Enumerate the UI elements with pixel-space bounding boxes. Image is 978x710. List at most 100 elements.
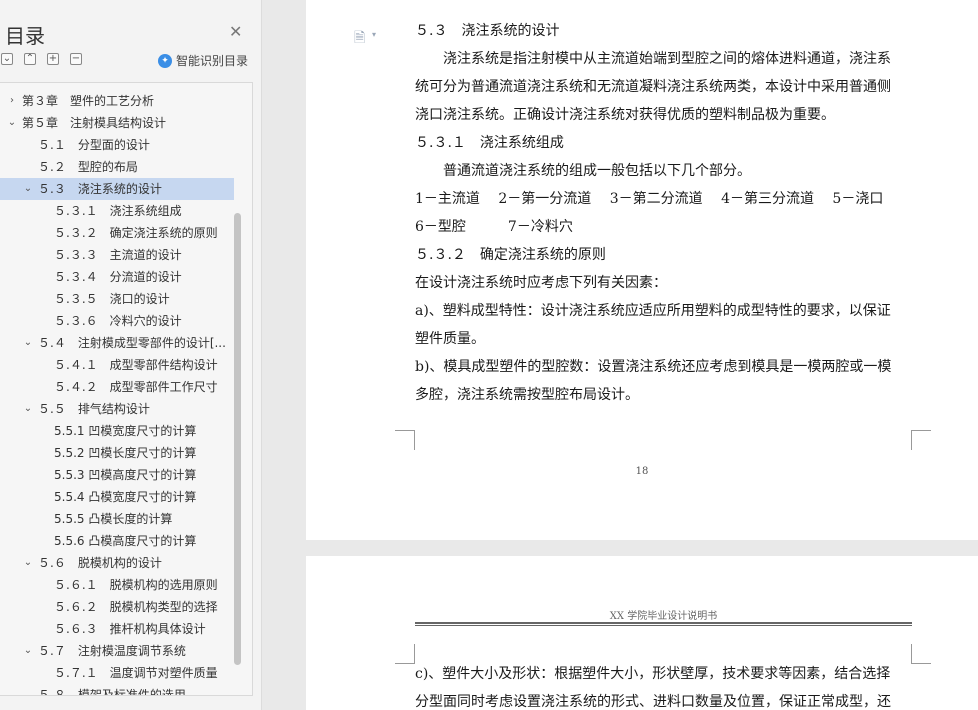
- expand-up-icon[interactable]: ⌃: [24, 53, 36, 65]
- paragraph-line: 分型面同时考虑设置浇注系统的形式、进料口数量及位置，保证正常成型，还: [415, 694, 891, 710]
- toc-item[interactable]: ⌄ 第５章 注射模具结构设计: [0, 112, 234, 134]
- paragraph-line: 1－主流道 2－第一分流道 3－第二分流道 4－第三分流道 5－浇口: [415, 191, 884, 207]
- toc-item[interactable]: 5.5.1 凹模宽度尺寸的计算: [0, 420, 234, 442]
- document-icon[interactable]: 🗎: [354, 27, 365, 51]
- document-page: 🗎 ▾ ５.３ 浇注系统的设计 浇注系统是指注射模中从主流道始端到型腔之间的熔体…: [306, 0, 978, 540]
- paragraph-line: ５.３.２ 确定浇注系统的原则: [415, 247, 606, 263]
- toc-item-label: ５.２ 型腔的布局: [38, 160, 138, 174]
- toc-item-label: ５.３ 浇注系统的设计: [38, 182, 162, 196]
- chevron-down-icon[interactable]: ⌄: [22, 640, 34, 662]
- toc-list-container: › 第３章 塑件的工艺分析 ⌄ 第５章 注射模具结构设计 ５.１ 分型面的设计 ５.２ 型…: [0, 82, 253, 696]
- toc-item[interactable]: 5.5.4 凸模宽度尺寸的计算: [0, 486, 234, 508]
- toc-item[interactable]: ５.２ 型腔的布局: [0, 156, 234, 178]
- toc-item[interactable]: ⌄ ５.６ 脱模机构的设计: [0, 552, 234, 574]
- toc-item-label: 5.5.3 凹模高度尺寸的计算: [54, 468, 197, 482]
- toc-item-label: ５.３.５ 浇口的设计: [54, 292, 170, 306]
- toc-item-label: 5.5.1 凹模宽度尺寸的计算: [54, 424, 197, 438]
- toc-item[interactable]: ５.６.２ 脱模机构类型的选择: [0, 596, 234, 618]
- toc-item-label: ５.４ 注射模成型零部件的设计[...: [38, 336, 226, 350]
- header-rule: [415, 622, 912, 626]
- paragraph-line: 浇注系统是指注射模中从主流道始端到型腔之间的熔体进料通道，浇注系: [415, 51, 891, 67]
- toc-item[interactable]: › 第３章 塑件的工艺分析: [0, 90, 234, 112]
- toc-item-label: ５.３.４ 分流道的设计: [54, 270, 182, 284]
- toc-item-label: ５.８ 模架及标准件的选用: [38, 688, 186, 696]
- add-heading-icon[interactable]: +: [47, 53, 59, 65]
- toc-item-label: ５.６.２ 脱模机构类型的选择: [54, 600, 218, 614]
- chevron-down-icon[interactable]: ▾: [372, 30, 376, 39]
- paragraph-line: ５.３ 浇注系统的设计: [415, 23, 560, 39]
- paragraph-line: 6－型腔 7－冷料穴: [415, 219, 573, 235]
- toc-item[interactable]: ５.３.１ 浇注系统组成: [0, 200, 234, 222]
- toc-item-label: 5.5.5 凸模长度的计算: [54, 512, 173, 526]
- toc-item-label: 5.5.4 凸模宽度尺寸的计算: [54, 490, 197, 504]
- toc-title: 目录: [5, 24, 45, 48]
- toc-item[interactable]: ⌄ ５.３ 浇注系统的设计: [0, 178, 234, 200]
- document-area: 🗎 ▾ ５.３ 浇注系统的设计 浇注系统是指注射模中从主流道始端到型腔之间的熔体…: [262, 0, 978, 710]
- toc-item-label: ５.１ 分型面的设计: [38, 138, 150, 152]
- toc-item[interactable]: ５.４.２ 成型零部件工作尺寸: [0, 376, 234, 398]
- remove-heading-icon[interactable]: −: [70, 53, 82, 65]
- margin-mark: [395, 430, 415, 450]
- toc-list: › 第３章 塑件的工艺分析 ⌄ 第５章 注射模具结构设计 ５.１ 分型面的设计 ５.２ 型…: [0, 90, 234, 696]
- toc-item[interactable]: 5.5.3 凹模高度尺寸的计算: [0, 464, 234, 486]
- chevron-down-icon[interactable]: ⌄: [22, 178, 34, 200]
- paragraph-line: 统可分为普通流道浇注系统和无流道凝料浇注系统两类，本设计中采用普通侧: [415, 79, 891, 95]
- toc-panel: 目录 ✕ ⌄ ⌃ + − ✦ 智能识别目录 › 第３章 塑件的工艺分析 ⌄ 第５章 注…: [0, 0, 262, 710]
- chevron-down-icon[interactable]: ⌄: [22, 332, 34, 354]
- paragraph-line: b)、模具成型塑件的型腔数：设置浇注系统还应考虑到模具是一模两腔或一模: [415, 359, 892, 375]
- toc-item[interactable]: ５.１ 分型面的设计: [0, 134, 234, 156]
- toc-item-label: ５.４.２ 成型零部件工作尺寸: [54, 380, 218, 394]
- toc-item[interactable]: ５.３.３ 主流道的设计: [0, 244, 234, 266]
- toc-item[interactable]: ５.６.３ 推杆机构具体设计: [0, 618, 234, 640]
- toc-item[interactable]: ５.８ 模架及标准件的选用: [0, 684, 234, 696]
- toc-item[interactable]: ⌄ ５.４ 注射模成型零部件的设计[...: [0, 332, 234, 354]
- toc-item[interactable]: ⌄ ５.７ 注射模温度调节系统: [0, 640, 234, 662]
- smart-toc-label: 智能识别目录: [176, 54, 249, 68]
- paragraph-line: ５.３.１ 浇注系统组成: [415, 135, 564, 151]
- paragraph-line: 多腔，浇注系统需按型腔布局设计。: [415, 387, 639, 403]
- margin-mark: [911, 430, 931, 450]
- toc-item-label: ５.６.３ 推杆机构具体设计: [54, 622, 206, 636]
- toc-item[interactable]: ５.６.１ 脱模机构的选用原则: [0, 574, 234, 596]
- smart-toc-button[interactable]: ✦ 智能识别目录: [158, 52, 248, 69]
- toc-item-label: ５.３.６ 冷料穴的设计: [54, 314, 182, 328]
- toc-item-label: 5.5.6 凸模高度尺寸的计算: [54, 534, 197, 548]
- margin-mark: [911, 644, 931, 664]
- toc-item[interactable]: ５.３.２ 确定浇注系统的原则: [0, 222, 234, 244]
- toc-item-label: ５.６ 脱模机构的设计: [38, 556, 162, 570]
- toc-item[interactable]: ５.３.６ 冷料穴的设计: [0, 310, 234, 332]
- toc-item-label: ５.４.１ 成型零部件结构设计: [54, 358, 218, 372]
- toc-item-label: ５.６.１ 脱模机构的选用原则: [54, 578, 218, 592]
- paragraph-line: a)、塑料成型特性：设计浇注系统应适应所用塑料的成型特性的要求，以保证: [415, 303, 891, 319]
- toc-item[interactable]: 5.5.2 凹模长度尺寸的计算: [0, 442, 234, 464]
- toc-item[interactable]: 5.5.5 凸模长度的计算: [0, 508, 234, 530]
- chevron-down-icon[interactable]: ⌄: [22, 552, 34, 574]
- toc-item-label: ５.３.１ 浇注系统组成: [54, 204, 182, 218]
- toc-item-label: 第３章 塑件的工艺分析: [22, 94, 155, 108]
- chevron-down-icon[interactable]: ⌄: [22, 398, 34, 420]
- ai-icon: ✦: [158, 53, 172, 68]
- toc-item[interactable]: ５.３.５ 浇口的设计: [0, 288, 234, 310]
- toc-item-label: ５.７.１ 温度调节对塑件质量: [54, 666, 218, 680]
- toc-item[interactable]: 5.5.6 凸模高度尺寸的计算: [0, 530, 234, 552]
- toc-scrollbar[interactable]: [234, 213, 241, 665]
- close-icon[interactable]: ✕: [229, 22, 242, 41]
- collapse-all-icon[interactable]: ⌄: [1, 53, 13, 65]
- toc-item-label: ５.３.２ 确定浇注系统的原则: [54, 226, 218, 240]
- toc-item[interactable]: ５.７.１ 温度调节对塑件质量: [0, 662, 234, 684]
- chevron-down-icon[interactable]: ⌄: [6, 112, 18, 134]
- toc-item[interactable]: ⌄ ５.５ 排气结构设计: [0, 398, 234, 420]
- paragraph-line: c)、塑件大小及形状：根据塑件大小，形状壁厚，技术要求等因素，结合选择: [415, 666, 891, 682]
- toc-item-label: ５.５ 排气结构设计: [38, 402, 150, 416]
- toc-item[interactable]: ５.４.１ 成型零部件结构设计: [0, 354, 234, 376]
- toc-item[interactable]: ５.３.４ 分流道的设计: [0, 266, 234, 288]
- paragraph-line: 浇口浇注系统。正确设计浇注系统对获得优质的塑料制品极为重要。: [415, 107, 835, 123]
- document-page: XX 学院毕业设计说明书 c)、塑件大小及形状：根据塑件大小，形状壁厚，技术要求…: [306, 556, 978, 710]
- toc-item-label: ５.７ 注射模温度调节系统: [38, 644, 186, 658]
- toc-item-label: 第５章 注射模具结构设计: [22, 116, 167, 130]
- chevron-right-icon[interactable]: ›: [6, 90, 18, 112]
- paragraph-line: 普通流道浇注系统的组成一般包括以下几个部分。: [415, 163, 751, 179]
- paragraph-line: 塑件质量。: [415, 331, 485, 347]
- margin-mark: [395, 644, 415, 664]
- toc-item-label: 5.5.2 凹模长度尺寸的计算: [54, 446, 197, 460]
